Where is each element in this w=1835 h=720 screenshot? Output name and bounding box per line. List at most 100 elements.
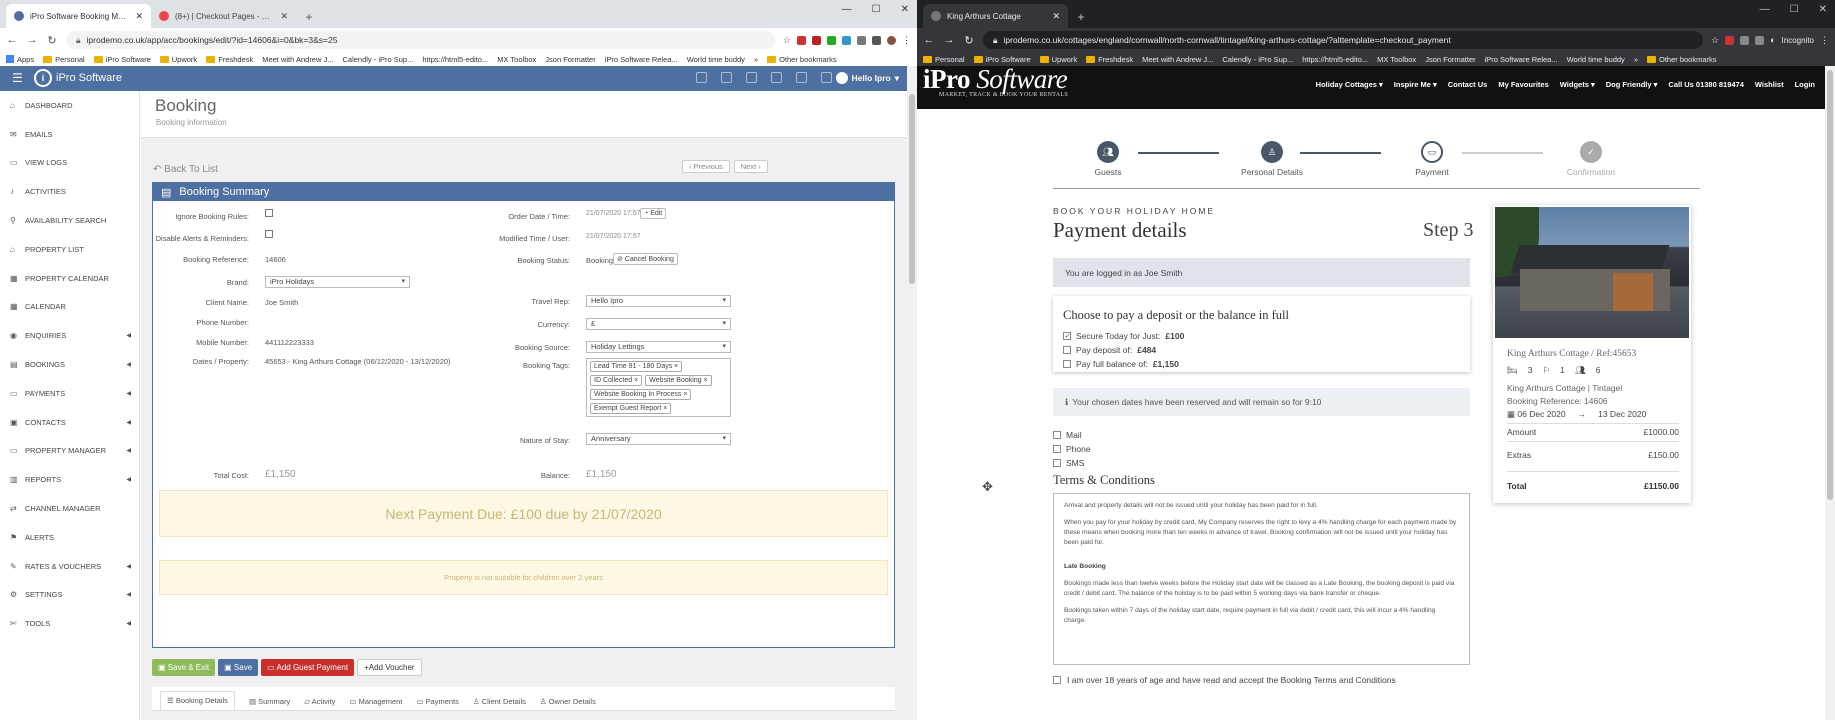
brand-select[interactable]: iPro Holidays [265, 276, 410, 288]
bookmark-item[interactable]: Json Formatter [545, 55, 595, 64]
scrollbar-thumb[interactable] [909, 94, 915, 284]
sidebar-item-property-manager[interactable]: ▭ PROPERTY MANAGER ◀ [0, 437, 139, 466]
sidebar-item-alerts[interactable]: ⚑ ALERTS [0, 523, 139, 552]
bookmark-item[interactable]: https://html5-edito... [1302, 55, 1368, 64]
reload-icon[interactable]: ↻ [963, 34, 975, 47]
agree-checkbox[interactable] [1053, 676, 1061, 684]
bookmark-item[interactable]: iPro Software [973, 55, 1031, 64]
save-button[interactable]: ▣ Save [218, 659, 259, 676]
currency-select[interactable]: £ [586, 318, 731, 330]
bookmark-item[interactable]: Upwork [1039, 55, 1077, 64]
nav-item[interactable]: Call Us 01380 819474 [1668, 80, 1743, 89]
sidebar-item-contacts[interactable]: ▣ CONTACTS ◀ [0, 408, 139, 437]
tab-summary[interactable]: ▤ Summary [249, 697, 290, 710]
cancel-booking-button[interactable]: ⊘ Cancel Booking [613, 253, 678, 265]
site-logo[interactable]: iPro Software MARKET, TRACK & BOOK YOUR … [923, 66, 1068, 99]
checkbox[interactable] [1063, 360, 1071, 368]
tag-chip[interactable]: ID Collected × [590, 375, 643, 386]
nav-item[interactable]: Widgets ▾ [1560, 80, 1595, 89]
option-secure-today[interactable]: ✓ Secure Today for Just: £100 [1063, 329, 1470, 343]
tag-chip[interactable]: Website Booking × [645, 375, 712, 386]
forward-arrow-icon[interactable]: → [26, 34, 38, 46]
bookmark-item[interactable]: Freshdesk [206, 55, 253, 64]
sidebar-item-view-logs[interactable]: ▭ VIEW LOGS [0, 149, 139, 178]
close-tab-icon[interactable]: ✕ [280, 11, 288, 22]
sidebar-item-tools[interactable]: ✄ TOOLS ◀ [0, 609, 139, 638]
step-personal-details[interactable]: ♙ Personal Details [1232, 141, 1312, 177]
close-tab-icon[interactable]: ✕ [135, 11, 143, 22]
tab-management[interactable]: ▭ Management [349, 697, 402, 710]
nav-item[interactable]: My Favourites [1498, 80, 1548, 89]
puzzle-icon[interactable] [1755, 35, 1765, 45]
close-window-icon[interactable]: ✕ [901, 4, 909, 15]
minimize-icon[interactable]: — [842, 4, 852, 15]
tab-payments[interactable]: ▭ Payments [416, 697, 459, 710]
edit-order-date-button[interactable]: ◔ Edit [640, 208, 667, 219]
bookmark-item[interactable]: Json Formatter [1425, 55, 1475, 64]
next-button[interactable]: Next › [733, 160, 768, 173]
bookmark-item[interactable]: Personal [923, 55, 965, 64]
option-pay-full[interactable]: Pay full balance of: £1,150 [1063, 357, 1470, 371]
bookmark-item[interactable]: Personal [43, 55, 85, 64]
user-menu[interactable]: Hello Ipro ▾ [835, 72, 899, 84]
sidebar-item-emails[interactable]: ✉ EMAILS [0, 120, 139, 149]
nav-item[interactable]: Inspire Me ▾ [1394, 80, 1437, 89]
scrollbar[interactable] [1825, 66, 1835, 720]
bookmark-item[interactable]: Upwork [159, 55, 197, 64]
bookmark-item[interactable]: iPro Software Relea... [1485, 55, 1558, 64]
pref-mail[interactable]: Mail [1053, 428, 1091, 442]
bookmark-item[interactable]: Freshdesk [1086, 55, 1133, 64]
tag-chip[interactable]: Lead Time 91 - 180 Days × [590, 361, 683, 372]
checkbox[interactable] [1063, 346, 1071, 354]
tab-checkout-pages[interactable]: (8+) | Checkout Pages - Complex ✕ [151, 4, 296, 28]
globe-icon[interactable] [696, 72, 707, 83]
previous-button[interactable]: ‹ Previous [682, 160, 730, 173]
option-pay-deposit[interactable]: Pay deposit of: £484 [1063, 343, 1470, 357]
maximize-icon[interactable]: ☐ [1790, 4, 1799, 15]
extension-icon[interactable] [842, 35, 851, 45]
step-payment[interactable]: ▭ Payment [1402, 141, 1462, 177]
bookmark-item[interactable]: iPro Software [93, 55, 151, 64]
terms-box[interactable]: Arrival and property details will not be… [1053, 493, 1470, 665]
checkbox[interactable] [1053, 459, 1061, 467]
nav-item[interactable]: Holiday Cottages ▾ [1316, 80, 1383, 89]
bookmark-item[interactable]: Meet with Andrew J... [262, 55, 333, 64]
tab-booking-manager[interactable]: iPro Software Booking Manager ✕ [6, 4, 151, 28]
tab-owner-details[interactable]: ♙ Owner Details [540, 697, 596, 710]
sidebar-item-rates-vouchers[interactable]: ✎ RATES & VOUCHERS ◀ [0, 552, 139, 581]
forward-arrow-icon[interactable]: → [943, 34, 955, 46]
disable-alerts-checkbox[interactable] [265, 230, 273, 238]
extension-icon[interactable] [857, 35, 866, 45]
extension-icon[interactable] [812, 35, 821, 45]
nav-item[interactable]: Dog Friendly ▾ [1606, 80, 1658, 89]
checkbox[interactable] [1053, 431, 1061, 439]
extension-icon[interactable] [1725, 35, 1735, 45]
booking-source-select[interactable]: Holiday Lettings [586, 341, 731, 353]
bookmark-item[interactable]: » [1634, 55, 1638, 64]
add-voucher-button[interactable]: +Add Voucher [357, 659, 422, 676]
checkbox[interactable] [1053, 445, 1061, 453]
agree-terms[interactable]: I am over 18 years of age and have read … [1053, 675, 1396, 685]
bookmark-item[interactable]: World time buddy [1567, 55, 1625, 64]
ignore-rules-checkbox[interactable] [265, 209, 273, 217]
bookmark-item[interactable]: https://html5-edito... [422, 55, 488, 64]
tab-king-arthurs[interactable]: King Arthurs Cottage ✕ [923, 4, 1068, 28]
back-to-list-link[interactable]: ↶ Back To List [153, 164, 218, 175]
menu-dots-icon[interactable]: ⋮ [902, 35, 911, 46]
checkbox-checked[interactable]: ✓ [1063, 332, 1071, 340]
tab-booking-details[interactable]: ☰ Booking Details [160, 691, 235, 710]
calendar-icon[interactable] [721, 72, 732, 83]
bookmark-item[interactable]: World time buddy [687, 55, 745, 64]
extension-icon[interactable] [827, 35, 836, 45]
url-field[interactable]: 🔒︎ iprodemo.co.uk/cottages/england/cornwa… [983, 31, 1704, 49]
bookmark-apps[interactable]: Apps [6, 55, 34, 64]
star-icon[interactable]: ☆ [783, 35, 791, 46]
pref-sms[interactable]: SMS [1053, 456, 1091, 470]
bookmarks-overflow[interactable]: » [754, 55, 758, 64]
bookmark-item[interactable]: iPro Software Relea... [605, 55, 678, 64]
maximize-icon[interactable]: ☐ [872, 4, 881, 15]
bookmark-item[interactable]: Calendly - iPro Sup... [342, 55, 413, 64]
incognito-label[interactable]: Incognito [1782, 36, 1814, 45]
hamburger-icon[interactable]: ☰ [12, 71, 23, 85]
bookmark-item[interactable]: Calendly - iPro Sup... [1222, 55, 1293, 64]
